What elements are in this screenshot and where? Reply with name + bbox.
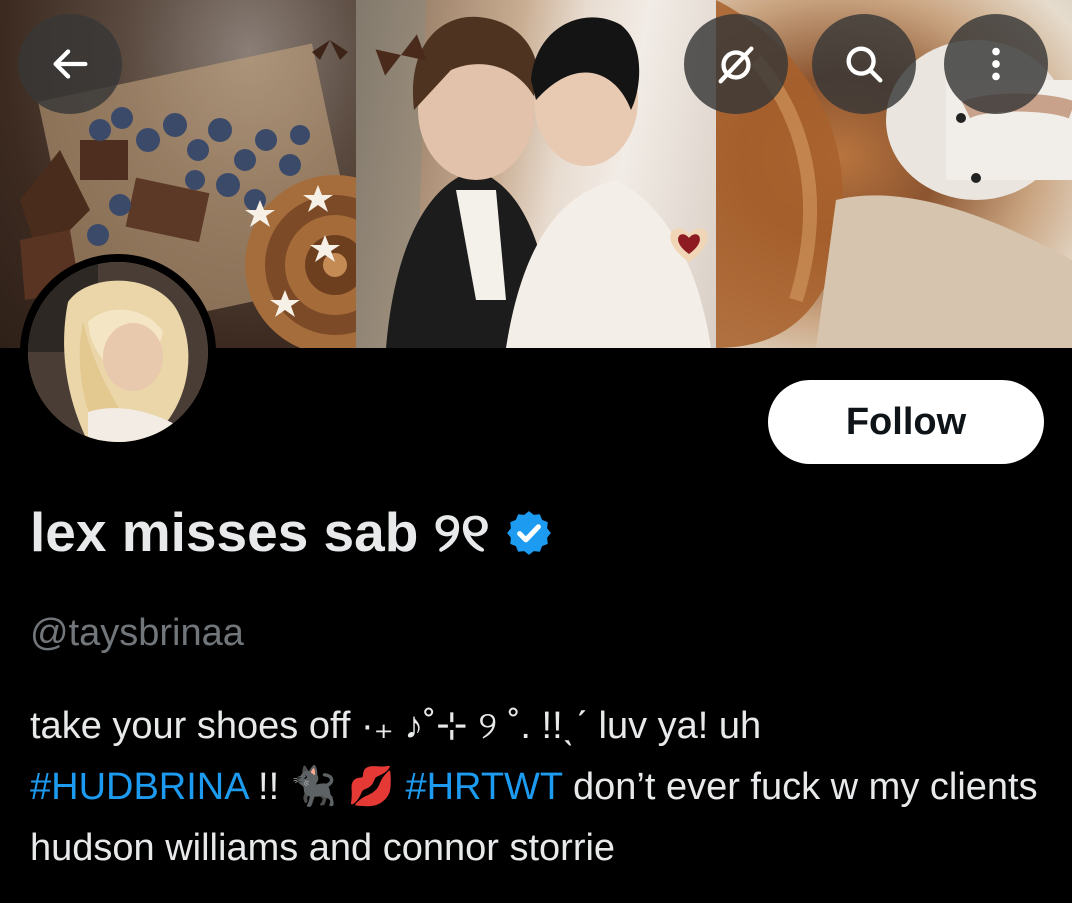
avatar-image (28, 262, 208, 442)
more-button[interactable] (944, 14, 1048, 114)
avatar[interactable] (20, 254, 216, 450)
mute-button[interactable] (684, 14, 788, 114)
mute-circle-slash-icon (718, 46, 754, 84)
back-button[interactable] (18, 14, 122, 114)
profile-handle: @taysbrinaa (30, 612, 244, 654)
avatar-illustration (28, 262, 208, 442)
bio-text-line1: take your shoes off ·₊ ♪˚⊹ ୨ ˚. !!ˎˊ luv… (30, 705, 762, 747)
search-icon (846, 46, 883, 83)
verified-badge-icon[interactable] (504, 508, 554, 558)
more-vertical-icon (992, 47, 1000, 81)
couple-illustration (356, 0, 711, 348)
search-button[interactable] (812, 14, 916, 114)
hashtag-hudbrina[interactable]: #HUDBRINA (30, 766, 248, 808)
profile-name-row: lex misses sab ୨୧ (30, 500, 554, 565)
arrow-left-icon (53, 49, 88, 79)
banner-image-couple (356, 0, 716, 348)
hashtag-hrtwt[interactable]: #HRTWT (405, 766, 562, 808)
follow-button[interactable]: Follow (768, 380, 1044, 464)
profile-bio: take your shoes off ·₊ ♪˚⊹ ୨ ˚. !!ˎˊ luv… (30, 696, 1050, 879)
display-name: lex misses sab ୨୧ (30, 501, 490, 563)
bio-text-mid: !! 🐈‍⬛ 💋 (247, 766, 406, 808)
